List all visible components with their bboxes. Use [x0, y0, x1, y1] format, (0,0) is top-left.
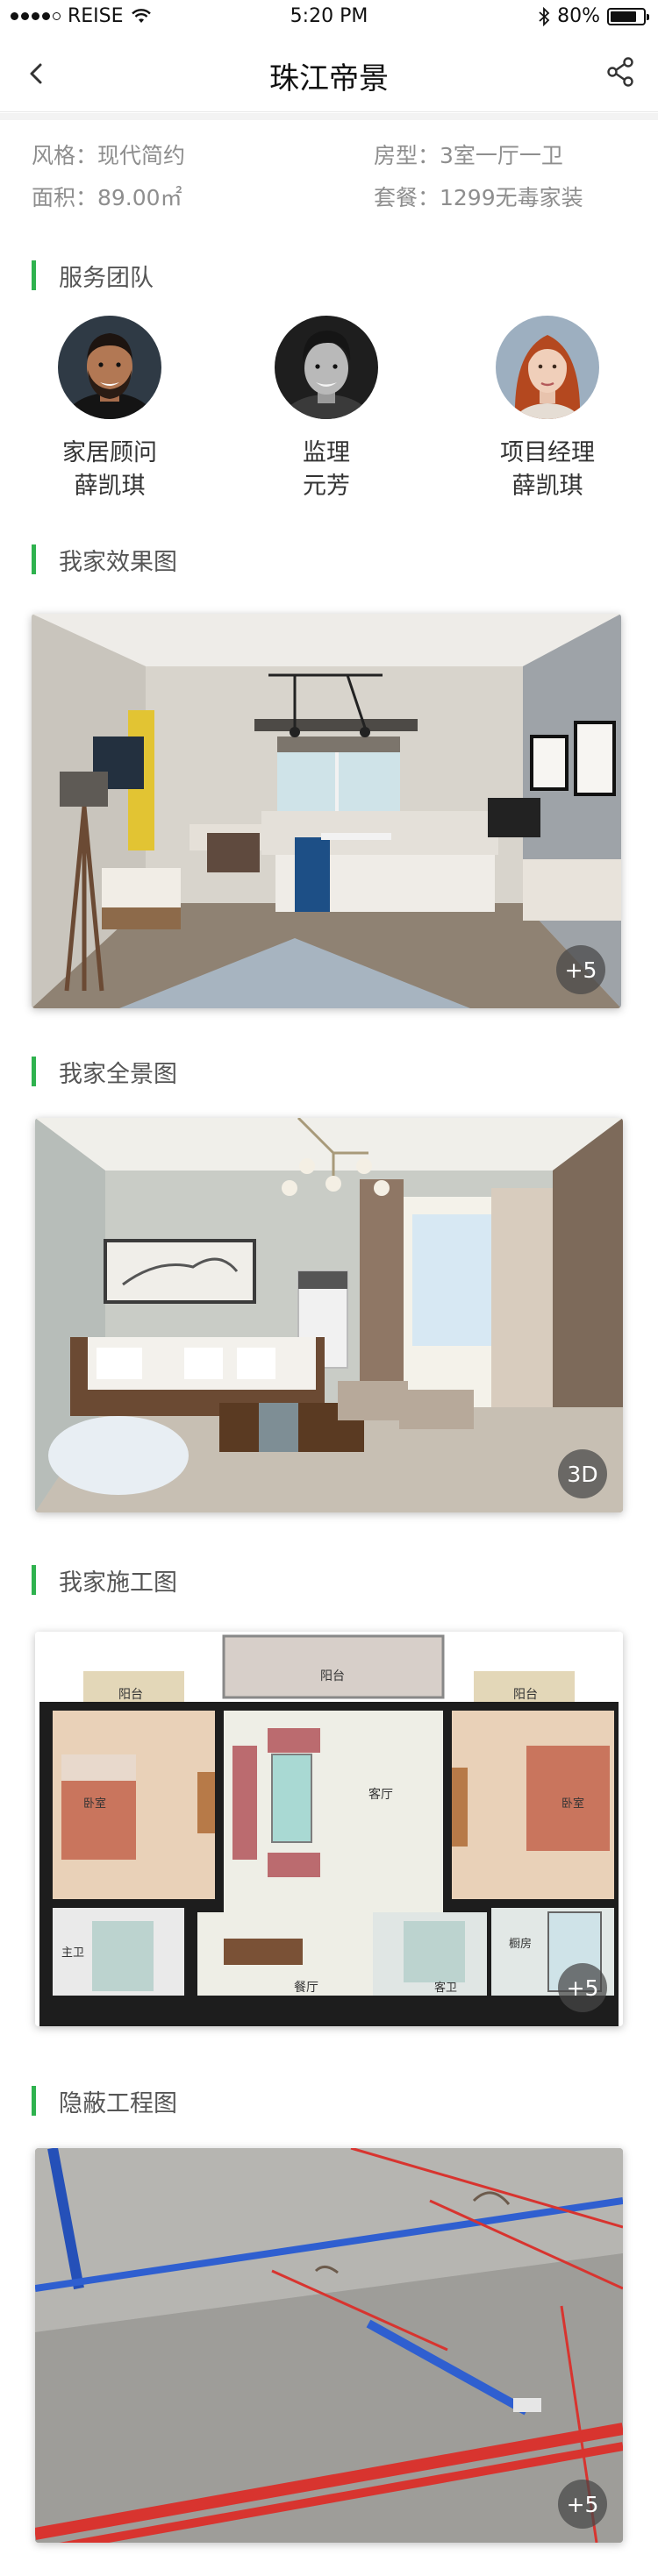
- member-name: 元芳: [303, 473, 350, 500]
- more-images-badge[interactable]: +5: [558, 2480, 607, 2529]
- view-3d-badge[interactable]: 3D: [558, 1449, 607, 1498]
- divider-band: [0, 113, 658, 120]
- nav-bar: 珠江帝景: [0, 35, 658, 112]
- construction-heading: 我家施工图: [32, 1564, 177, 1597]
- more-images-badge[interactable]: +5: [556, 945, 605, 994]
- section-accent-bar: [32, 2086, 36, 2116]
- page-title: 珠江帝景: [269, 61, 389, 96]
- panorama-heading: 我家全景图: [32, 1056, 177, 1088]
- construction-image[interactable]: 阳台 阳台 阳台 卧室 卧室 客厅 餐厅 主卫 客卫 橱房 +5: [35, 1632, 623, 2026]
- balcony-left-label: 阳台: [118, 1688, 143, 1702]
- section-accent-bar: [32, 544, 36, 574]
- section-accent-bar: [32, 1565, 36, 1595]
- construction-title: 我家施工图: [59, 1569, 177, 1597]
- member-name: 薛凯琪: [74, 473, 146, 500]
- info-layout: 房型：3室一厅一卫: [374, 143, 563, 168]
- more-images-badge[interactable]: +5: [558, 1963, 607, 2012]
- renderings-heading: 我家效果图: [32, 544, 177, 576]
- renderings-image[interactable]: +5: [32, 614, 621, 1008]
- info-package: 套餐：1299无毒家装: [374, 185, 583, 210]
- team-member[interactable]: 项目经理 薛凯琪: [451, 316, 644, 503]
- panorama-title: 我家全景图: [59, 1060, 177, 1088]
- hidden-works-title: 隐蔽工程图: [59, 2089, 177, 2117]
- battery-percent: 80%: [557, 5, 600, 27]
- hidden-works-heading: 隐蔽工程图: [32, 2085, 177, 2117]
- kitchen-label: 橱房: [509, 1937, 532, 1951]
- share-icon: [607, 57, 633, 87]
- status-bar: REISE 5:20 PM 80%: [0, 0, 658, 35]
- renderings-title: 我家效果图: [59, 548, 177, 576]
- section-accent-bar: [32, 260, 36, 290]
- dining-label: 餐厅: [294, 1981, 318, 1995]
- member-role: 家居顾问: [62, 439, 157, 466]
- living-room-label: 客厅: [368, 1787, 393, 1802]
- team-member[interactable]: 家居顾问 薛凯琪: [13, 316, 206, 503]
- battery-icon: [607, 7, 649, 25]
- member-role: 项目经理: [500, 439, 595, 466]
- info-area: 面积：89.00㎡: [32, 185, 182, 210]
- member-name: 薛凯琪: [511, 473, 583, 500]
- share-button[interactable]: [604, 54, 639, 89]
- hidden-works-image[interactable]: +5: [35, 2148, 623, 2543]
- bedroom-left-label: 卧室: [83, 1797, 106, 1811]
- info-style: 风格：现代简约: [32, 143, 186, 168]
- team-title: 服务团队: [59, 264, 154, 292]
- guest-bath-label: 客卫: [434, 1981, 457, 1995]
- team-heading: 服务团队: [32, 260, 154, 292]
- member-role: 监理: [303, 439, 350, 466]
- avatar[interactable]: [58, 316, 161, 419]
- team-member[interactable]: 监理 元芳: [230, 316, 423, 503]
- avatar[interactable]: [275, 316, 378, 419]
- master-bath-label: 主卫: [61, 1946, 84, 1960]
- panorama-image[interactable]: 3D: [35, 1118, 623, 1512]
- bluetooth-icon: [539, 6, 550, 26]
- section-accent-bar: [32, 1057, 36, 1086]
- battery-level: [611, 11, 636, 22]
- status-right: 80%: [538, 5, 649, 27]
- bedroom-right-label: 卧室: [561, 1797, 584, 1811]
- avatar[interactable]: [496, 316, 599, 419]
- balcony-right-label: 阳台: [513, 1688, 538, 1702]
- balcony-center-label: 阳台: [320, 1669, 345, 1683]
